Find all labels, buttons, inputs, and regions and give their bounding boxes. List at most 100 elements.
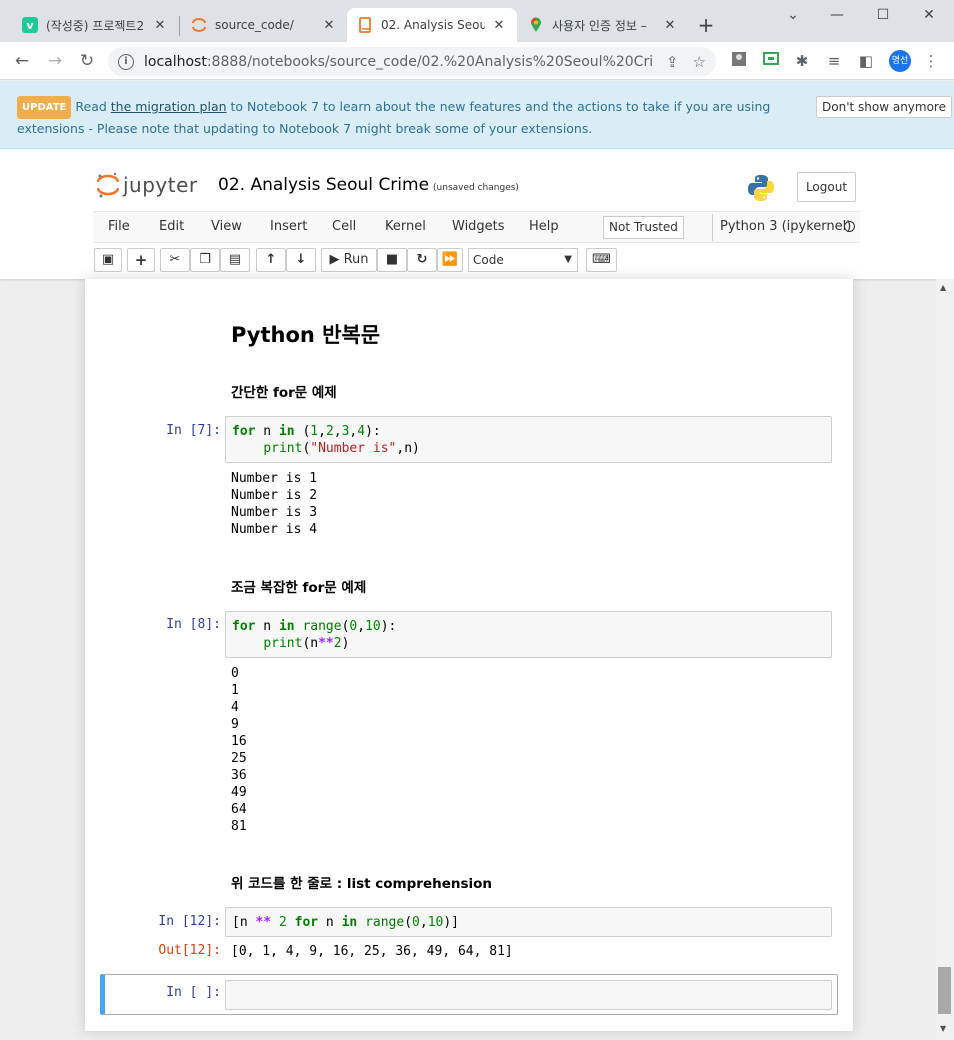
cell-output: Number is 1 Number is 2 Number is 3 Numb… <box>231 471 318 537</box>
save-status: (unsaved changes) <box>433 183 519 193</box>
markdown-heading: Python 반복문 <box>231 323 381 347</box>
jupyter-header: jupyter 02. Analysis Seoul Crime (unsaved… <box>0 149 954 279</box>
share-icon[interactable]: ⇪ <box>666 53 679 71</box>
media-control-icon[interactable]: ≡ <box>824 51 844 71</box>
cell-output: [0, 1, 4, 9, 16, 25, 36, 49, 64, 81] <box>231 944 513 959</box>
tab-title: 02. Analysis Seoul C <box>381 18 485 32</box>
dont-show-anymore-button[interactable]: Don't show anymore <box>816 96 952 118</box>
jupyter-logo[interactable]: jupyter <box>96 171 198 199</box>
notebook-icon <box>357 17 373 33</box>
code-cell-input[interactable]: [n ** 2 for n in range(0,10)] <box>225 907 832 937</box>
forward-button[interactable]: → <box>42 48 68 74</box>
site-info-icon[interactable]: i <box>118 53 134 70</box>
command-palette-button[interactable]: ⌨ <box>586 248 617 272</box>
update-banner: UPDATE Read the migration plan to Noteboo… <box>0 81 954 149</box>
menu-edit[interactable]: Edit <box>159 219 184 234</box>
profile-avatar[interactable]: 명선 <box>889 50 911 72</box>
save-button[interactable]: ▣ <box>94 248 122 272</box>
back-button[interactable]: ← <box>9 48 35 74</box>
markdown-subheading: 간단한 for문 예제 <box>231 385 337 401</box>
plus-icon: + <box>134 251 148 269</box>
menu-cell[interactable]: Cell <box>332 219 356 234</box>
scissors-icon: ✂ <box>169 252 181 267</box>
tab-search-icon[interactable]: ⌄ <box>770 0 816 32</box>
copy-button[interactable]: ❐ <box>190 248 220 272</box>
reload-button[interactable]: ↻ <box>74 48 100 74</box>
jupyter-logo-icon <box>96 171 120 199</box>
stop-icon: ■ <box>385 252 399 267</box>
move-up-button[interactable]: ↑ <box>256 248 286 272</box>
close-icon[interactable]: ✕ <box>491 18 507 33</box>
restart-run-all-button[interactable]: ⏩ <box>437 248 463 272</box>
tab-title: source_code/ <box>215 18 294 32</box>
arrow-down-icon: ↓ <box>295 252 307 267</box>
code-cell-input[interactable]: for n in range(0,10): print(n**2) <box>225 611 832 658</box>
save-icon: ▣ <box>101 252 115 267</box>
maximize-button[interactable]: ☐ <box>860 0 906 32</box>
chevron-down-icon: ▼ <box>564 254 572 265</box>
not-trusted-button[interactable]: Not Trusted <box>603 216 684 239</box>
scroll-up-icon[interactable]: ▲ <box>940 283 946 292</box>
browser-tab-credentials[interactable]: 사용자 인증 정보 – ✕ <box>518 8 688 42</box>
migration-plan-link[interactable]: the migration plan <box>111 99 227 114</box>
interrupt-button[interactable]: ■ <box>377 248 407 272</box>
menu-file[interactable]: File <box>108 219 130 234</box>
more-menu-icon[interactable]: ⋮ <box>921 51 941 71</box>
paste-icon: ▤ <box>228 252 242 267</box>
scrollbar-thumb[interactable] <box>938 967 951 1014</box>
cell-type-select[interactable]: Code ▼ <box>468 248 578 272</box>
menu-insert[interactable]: Insert <box>270 219 307 234</box>
code-cell-input[interactable]: for n in (1,2,3,4): print("Number is",n) <box>225 416 832 463</box>
menu-kernel[interactable]: Kernel <box>385 219 426 234</box>
close-window-button[interactable]: ✕ <box>906 0 952 32</box>
update-badge: UPDATE <box>17 96 72 119</box>
address-bar[interactable]: i localhost:8888/notebooks/source_code/0… <box>108 47 716 76</box>
output-prompt: Out[12]: <box>158 943 221 958</box>
velog-icon: v <box>22 17 38 33</box>
fast-forward-icon: ⏩ <box>441 252 459 267</box>
new-tab-button[interactable]: + <box>694 13 718 37</box>
close-icon[interactable]: ✕ <box>662 18 678 33</box>
minimize-button[interactable]: — <box>814 0 860 32</box>
browser-tab-velog[interactable]: v (작성중) 프로젝트2 ✕ <box>12 8 178 42</box>
code-cell-input-empty[interactable] <box>225 980 832 1010</box>
scroll-down-icon[interactable]: ▼ <box>940 1024 946 1033</box>
browser-tab-strip: v (작성중) 프로젝트2 ✕ source_code/ ✕ 02. Analy… <box>0 0 954 42</box>
move-down-button[interactable]: ↓ <box>286 248 316 272</box>
cut-button[interactable]: ✂ <box>160 248 190 272</box>
url-text[interactable]: localhost:8888/notebooks/source_code/02.… <box>144 54 652 70</box>
markdown-subheading: 위 코드를 한 줄로 : list comprehension <box>231 876 493 892</box>
page-scrollbar[interactable]: ▲ ▼ <box>936 279 954 1040</box>
close-icon[interactable]: ✕ <box>321 18 337 33</box>
browser-tab-analysis[interactable]: 02. Analysis Seoul C ✕ <box>347 8 517 42</box>
close-icon[interactable]: ✕ <box>152 18 168 33</box>
menu-view[interactable]: View <box>211 219 242 234</box>
paste-button[interactable]: ▤ <box>220 248 250 272</box>
input-prompt: In [8]: <box>166 617 221 632</box>
insert-cell-button[interactable]: + <box>127 248 155 272</box>
browser-tab-source-code[interactable]: source_code/ ✕ <box>181 8 347 42</box>
input-prompt: In [ ]: <box>166 985 221 1000</box>
side-panel-icon[interactable]: ◧ <box>856 51 876 71</box>
restart-icon: ↻ <box>416 252 428 267</box>
jupyter-icon <box>191 17 207 33</box>
kernel-name[interactable]: Python 3 (ipykernel) <box>712 214 851 241</box>
tab-title: 사용자 인증 정보 – <box>552 18 647 33</box>
extensions-puzzle-icon[interactable]: ✱ <box>792 51 812 71</box>
run-button[interactable]: ▶ Run <box>321 248 377 272</box>
logout-button[interactable]: Logout <box>797 172 856 202</box>
menu-widgets[interactable]: Widgets <box>452 219 505 234</box>
kernel-idle-indicator-icon <box>844 221 855 232</box>
notebook-container: Python 반복문 간단한 for문 예제 In [7]: for n in … <box>85 279 853 1031</box>
play-icon: ▶ <box>329 252 340 267</box>
extension-screen-icon[interactable] <box>761 51 781 71</box>
bookmark-star-icon[interactable]: ☆ <box>693 53 706 71</box>
python-logo-icon <box>746 173 776 203</box>
extension-photo-icon[interactable] <box>729 51 749 71</box>
notebook-title[interactable]: 02. Analysis Seoul Crime (unsaved changes… <box>218 175 519 195</box>
arrow-up-icon: ↑ <box>265 252 277 267</box>
restart-button[interactable]: ↻ <box>407 248 437 272</box>
input-prompt: In [7]: <box>166 423 221 438</box>
keyboard-icon: ⌨ <box>592 252 611 267</box>
menu-help[interactable]: Help <box>529 219 559 234</box>
